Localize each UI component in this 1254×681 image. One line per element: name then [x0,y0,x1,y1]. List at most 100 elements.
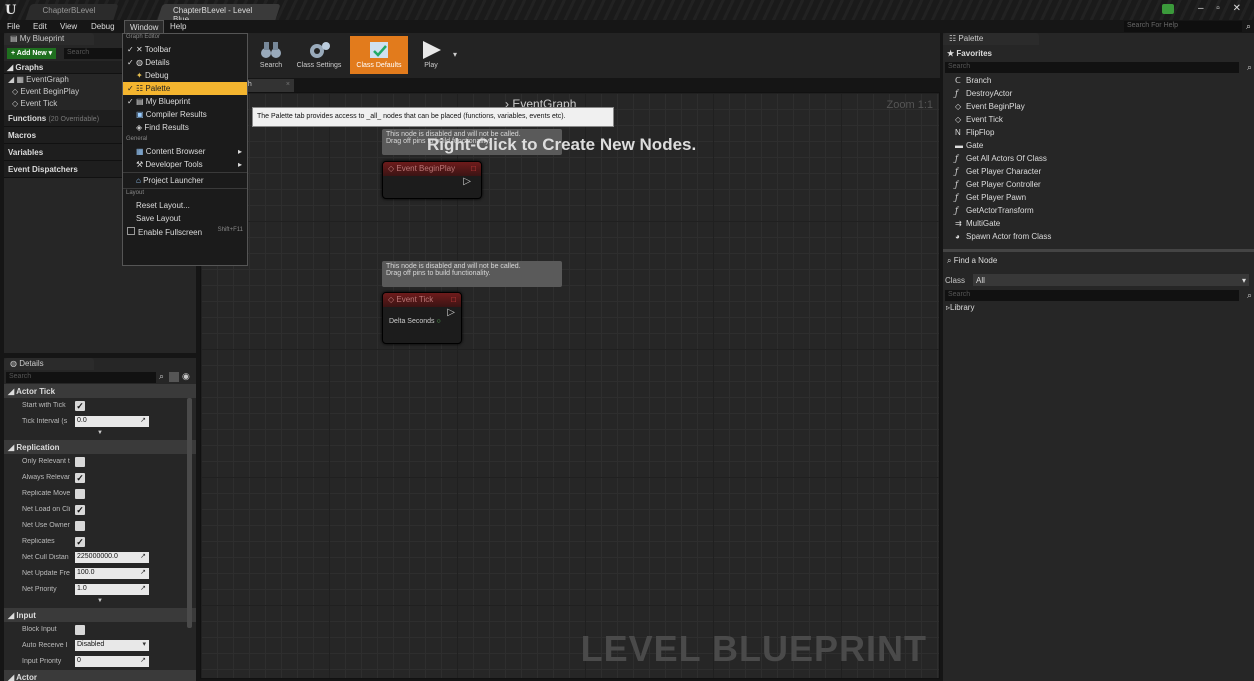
spinner-icon[interactable]: ↗ [140,584,146,592]
fullscreen-checkbox[interactable] [127,227,135,235]
spinner-icon[interactable]: ↗ [140,568,146,576]
palette-item[interactable]: ◇ Event Tick [943,113,1254,126]
expand-advanced-icon[interactable]: ▼ [4,430,196,440]
net-priority-field[interactable]: 1.0 ↗ [75,584,149,595]
net-load-checkbox[interactable]: ✓ [75,505,85,515]
spinner-icon[interactable]: ↗ [140,552,146,560]
search-icon[interactable]: ⌕ [1247,62,1252,73]
event-graph-canvas[interactable]: › EventGraph Zoom 1:1 This node is disab… [200,92,940,679]
blueprint-search-input[interactable]: Search [64,48,124,59]
tab-level-blueprint[interactable]: ChapterBLevel - Level Blue... [157,4,281,24]
menu-item-reset-layout[interactable]: Reset Layout... [123,199,247,212]
palette-item[interactable]: Ν FlipFlop [943,126,1254,139]
tab-eventgraph[interactable]: ph× [240,79,294,92]
comment-bubble-tick[interactable]: This node is disabled and will not be ca… [382,261,562,287]
menu-debug[interactable]: Debug [86,20,120,33]
input-priority-field[interactable]: 0 ↗ [75,656,149,667]
menu-file[interactable]: File [2,20,25,33]
expand-advanced-icon[interactable]: ▼ [4,598,196,608]
notification-icon[interactable] [1162,4,1174,14]
group-actor-tick[interactable]: ◢ Actor Tick [4,384,196,398]
replicate-move-checkbox[interactable] [75,489,85,499]
menu-edit[interactable]: Edit [28,20,52,33]
menu-item-toolbar[interactable]: ✓ ✕ Toolbar [123,43,247,56]
palette-item[interactable]: ▬ Gate [943,139,1254,152]
group-replication[interactable]: ◢ Replication [4,440,196,454]
start-with-tick-checkbox[interactable]: ✓ [75,401,85,411]
delegate-pin-icon[interactable]: □ [471,164,476,173]
auto-receive-dropdown[interactable]: Disabled ▾ [75,640,149,651]
search-for-help-input[interactable]: Search For Help [1124,21,1242,32]
unreal-logo-icon[interactable]: U [5,3,16,18]
delta-seconds-pin[interactable]: Delta Seconds ○ [383,318,461,325]
float-pin-icon[interactable]: ○ [436,318,440,325]
node-search-input[interactable]: Search [945,290,1239,301]
net-update-field[interactable]: 100.0 ↗ [75,568,149,579]
palette-item[interactable]: ⇉ MultiGate [943,217,1254,230]
play-button[interactable]: Play [410,36,452,74]
palette-item[interactable]: ƒ Get Player Controller [943,178,1254,191]
palette-search-input[interactable]: Search [945,62,1239,73]
tick-interval-field[interactable]: 0.0 ↗ [75,416,149,427]
class-dropdown[interactable]: All ▾ [973,274,1249,286]
spinner-icon[interactable]: ↗ [140,416,146,424]
menu-item-palette[interactable]: ✓ ☷ Palette [123,82,247,95]
eye-icon[interactable]: ◉ [182,371,190,382]
net-cull-field[interactable]: 225000000.0 ↗ [75,552,149,563]
search-icon[interactable]: ⌕ [159,371,164,382]
menu-item-save-layout[interactable]: Save Layout [123,212,247,225]
favorites-header[interactable]: ★ Favorites [943,45,1254,62]
details-tab[interactable]: ◍ Details [4,358,94,370]
chevron-down-icon[interactable]: ▾ [142,640,146,648]
block-input-checkbox[interactable] [75,625,85,635]
menu-item-debug[interactable]: ✦ Debug [123,69,247,82]
palette-item[interactable]: ƒ Get All Actors Of Class [943,152,1254,165]
palette-tab[interactable]: ☷ Palette [943,33,1039,45]
node-event-tick[interactable]: ◇ Event Tick □ ▷ Delta Seconds ○ [382,292,462,344]
add-new-button[interactable]: + Add New ▾ [7,48,57,59]
palette-item[interactable]: ƒ Get Player Pawn [943,191,1254,204]
tab-level[interactable]: ChapterBLevel [25,4,119,20]
replicates-checkbox[interactable]: ✓ [75,537,85,547]
group-actor[interactable]: ◢ Actor [4,670,196,681]
always-relevant-checkbox[interactable]: ✓ [75,473,85,483]
group-input[interactable]: ◢ Input [4,608,196,622]
menu-item-developer-tools[interactable]: ⚒ Developer Tools ▸ [123,158,247,171]
toolbar-search-button[interactable]: Search [250,36,292,74]
close-icon[interactable]: × [286,81,290,88]
menu-item-enable-fullscreen[interactable]: Enable Fullscreen Shift+F11 [123,225,247,238]
palette-item[interactable]: ƒ Get Player Character [943,165,1254,178]
library-tree-item[interactable]: ▹Library [943,302,1254,313]
palette-item[interactable]: ◕ Spawn Actor from Class [943,230,1254,243]
search-icon[interactable]: ⌕ [1246,21,1251,32]
menu-window[interactable]: Window [124,20,165,33]
spinner-icon[interactable]: ↗ [140,656,146,664]
menu-item-my-blueprint[interactable]: ✓ ▤ My Blueprint [123,95,247,108]
menu-item-details[interactable]: ✓ ◍ Details [123,56,247,69]
menu-view[interactable]: View [55,20,82,33]
play-options-chevron-icon[interactable]: ▾ [453,50,457,59]
menu-item-content-browser[interactable]: ▦ Content Browser ▸ [123,145,247,158]
window-controls[interactable]: – ▫ ✕ [1198,3,1246,14]
search-icon[interactable]: ⌕ [1247,290,1252,301]
exec-pin-icon[interactable]: ▷ [383,307,461,318]
palette-item[interactable]: ◇ Event BeginPlay [943,100,1254,113]
class-defaults-button[interactable]: Class Defaults [350,36,408,74]
delegate-pin-icon[interactable]: □ [451,295,456,304]
only-relevant-checkbox[interactable] [75,457,85,467]
exec-pin-icon[interactable]: ▷ [383,176,481,187]
menu-item-compiler-results[interactable]: ▣ Compiler Results [123,108,247,121]
class-settings-button[interactable]: Class Settings [292,36,346,74]
my-blueprint-tab[interactable]: ▤ My Blueprint [4,33,94,45]
net-use-owner-checkbox[interactable] [75,521,85,531]
menu-item-project-launcher[interactable]: ⌂ Project Launcher [123,174,247,187]
menu-help[interactable]: Help [165,20,191,33]
palette-item[interactable]: ƒ GetActorTransform [943,204,1254,217]
details-search-input[interactable]: Search [6,372,156,383]
palette-item[interactable]: ƒ DestroyActor [943,87,1254,100]
menu-item-find-results[interactable]: ◈ Find Results [123,121,247,134]
grid-view-icon[interactable] [169,372,179,382]
node-event-beginplay[interactable]: ◇ Event BeginPlay □ ▷ [382,161,482,199]
palette-item[interactable]: ᑕ Branch [943,74,1254,87]
details-scrollbar[interactable] [187,398,192,628]
